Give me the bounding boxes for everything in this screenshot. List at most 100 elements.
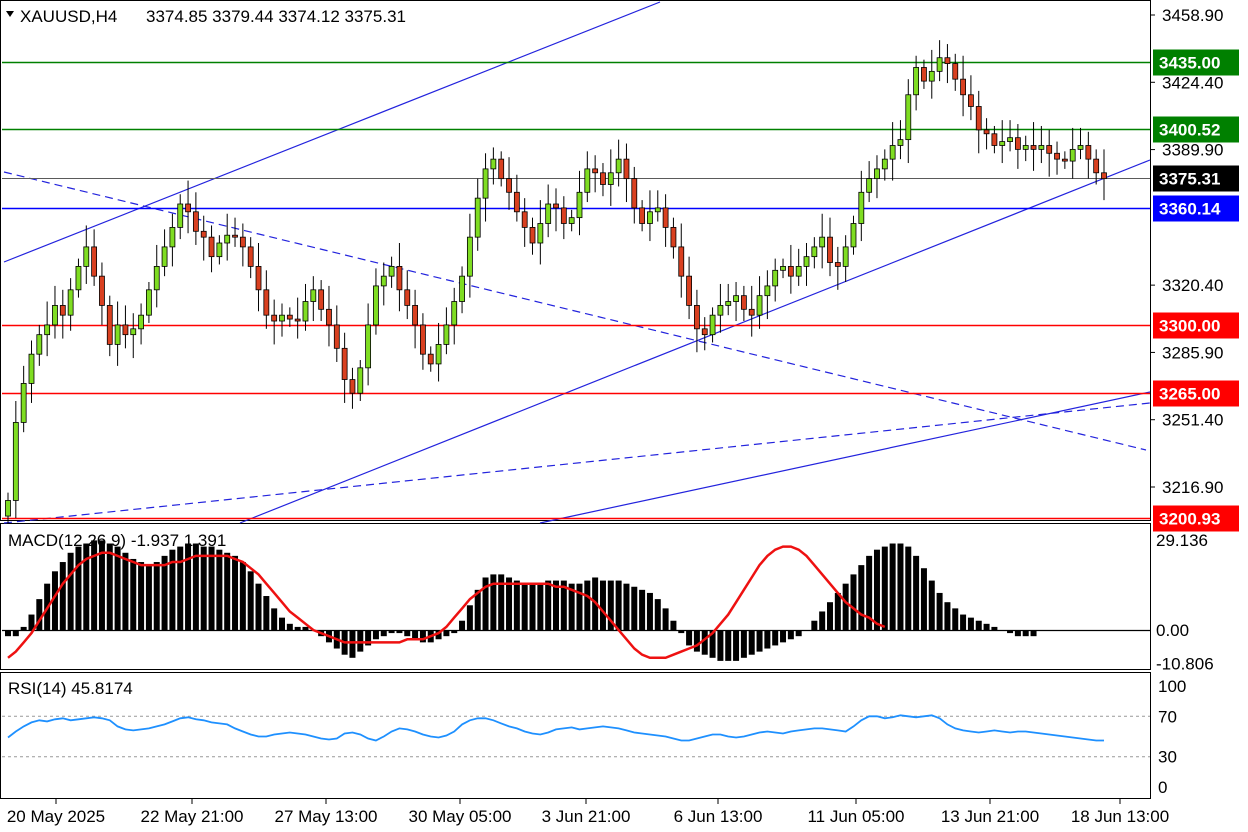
candle[interactable] (623, 143, 630, 203)
candle[interactable] (232, 217, 238, 247)
trendline[interactable] (239, 159, 1151, 524)
candle[interactable] (279, 303, 285, 337)
candle[interactable] (615, 139, 622, 187)
candle[interactable] (466, 213, 473, 298)
candle[interactable] (1007, 120, 1013, 152)
candle[interactable] (247, 237, 254, 279)
candle[interactable] (842, 235, 849, 283)
candle[interactable] (913, 55, 920, 111)
candle[interactable] (333, 305, 340, 362)
rsi-pane[interactable] (0, 672, 1151, 799)
candle[interactable] (850, 215, 857, 255)
candle[interactable] (654, 190, 661, 222)
candle[interactable] (1085, 131, 1092, 179)
candle[interactable] (897, 120, 904, 160)
candle[interactable] (647, 190, 653, 242)
candle[interactable] (921, 59, 927, 89)
candle[interactable] (83, 225, 90, 284)
candle[interactable] (435, 322, 442, 382)
candle[interactable] (12, 400, 19, 519)
candle[interactable] (733, 282, 739, 322)
candle[interactable] (216, 235, 223, 265)
candle[interactable] (639, 200, 646, 232)
candle[interactable] (255, 243, 262, 312)
candle[interactable] (412, 289, 418, 349)
candle[interactable] (349, 367, 356, 409)
candle[interactable] (20, 365, 27, 433)
candle[interactable] (91, 229, 98, 286)
candle[interactable] (271, 299, 278, 345)
candle[interactable] (928, 49, 935, 99)
candle[interactable] (827, 217, 833, 277)
candle[interactable] (44, 301, 51, 357)
candle[interactable] (1061, 151, 1068, 169)
candle[interactable] (780, 258, 786, 279)
candle[interactable] (474, 178, 481, 251)
candle[interactable] (756, 276, 763, 329)
candle[interactable] (161, 229, 168, 277)
candle[interactable] (357, 360, 364, 401)
candle[interactable] (584, 151, 591, 203)
candle[interactable] (341, 332, 348, 403)
price-pane[interactable] (0, 0, 1151, 521)
candle[interactable] (858, 170, 865, 242)
candle[interactable] (451, 287, 458, 345)
candle[interactable] (1093, 149, 1100, 185)
candle[interactable] (607, 149, 614, 206)
candle[interactable] (302, 283, 309, 331)
candle[interactable] (1022, 135, 1029, 162)
candle[interactable] (263, 270, 270, 329)
candle[interactable] (52, 285, 58, 339)
candle[interactable] (482, 153, 489, 222)
candle[interactable] (1014, 124, 1021, 169)
candle[interactable] (545, 184, 552, 238)
candle[interactable] (1054, 141, 1060, 175)
candle[interactable] (631, 166, 638, 224)
candle[interactable] (803, 243, 810, 286)
trendline[interactable] (3, 402, 1151, 524)
candle[interactable] (725, 283, 732, 316)
candle[interactable] (498, 151, 505, 187)
candle[interactable] (889, 122, 896, 181)
candle[interactable] (874, 155, 880, 199)
candle[interactable] (748, 285, 755, 337)
candle[interactable] (975, 90, 982, 154)
candle[interactable] (365, 303, 372, 386)
trendline[interactable] (3, 171, 1147, 451)
candle[interactable] (130, 313, 137, 359)
candle[interactable] (513, 174, 520, 222)
candle[interactable] (36, 324, 43, 366)
candle[interactable] (968, 75, 974, 121)
candle[interactable] (600, 163, 606, 197)
candle[interactable] (521, 198, 528, 247)
candle[interactable] (952, 53, 959, 91)
candle[interactable] (678, 223, 685, 298)
candle[interactable] (310, 276, 317, 322)
candle[interactable] (106, 295, 113, 357)
candle[interactable] (114, 301, 121, 366)
candle[interactable] (811, 237, 818, 269)
candle[interactable] (701, 317, 708, 351)
candle[interactable] (999, 120, 1006, 164)
candle[interactable] (59, 289, 66, 339)
candle[interactable] (200, 215, 207, 261)
candle[interactable] (99, 262, 105, 325)
candle[interactable] (1101, 149, 1107, 201)
candle[interactable] (224, 213, 231, 261)
candle[interactable] (326, 285, 332, 347)
candle[interactable] (787, 244, 794, 294)
candle[interactable] (420, 313, 426, 370)
candle[interactable] (75, 258, 82, 298)
candle[interactable] (694, 289, 700, 353)
candle[interactable] (866, 161, 873, 203)
candle[interactable] (772, 258, 779, 302)
candle[interactable] (239, 223, 246, 267)
candle[interactable] (1069, 127, 1076, 179)
candle[interactable] (373, 268, 379, 335)
candle[interactable] (192, 192, 199, 245)
candle[interactable] (208, 225, 215, 273)
candle[interactable] (686, 256, 692, 320)
candle[interactable] (138, 303, 144, 345)
candle[interactable] (427, 346, 434, 372)
candle[interactable] (960, 55, 966, 117)
